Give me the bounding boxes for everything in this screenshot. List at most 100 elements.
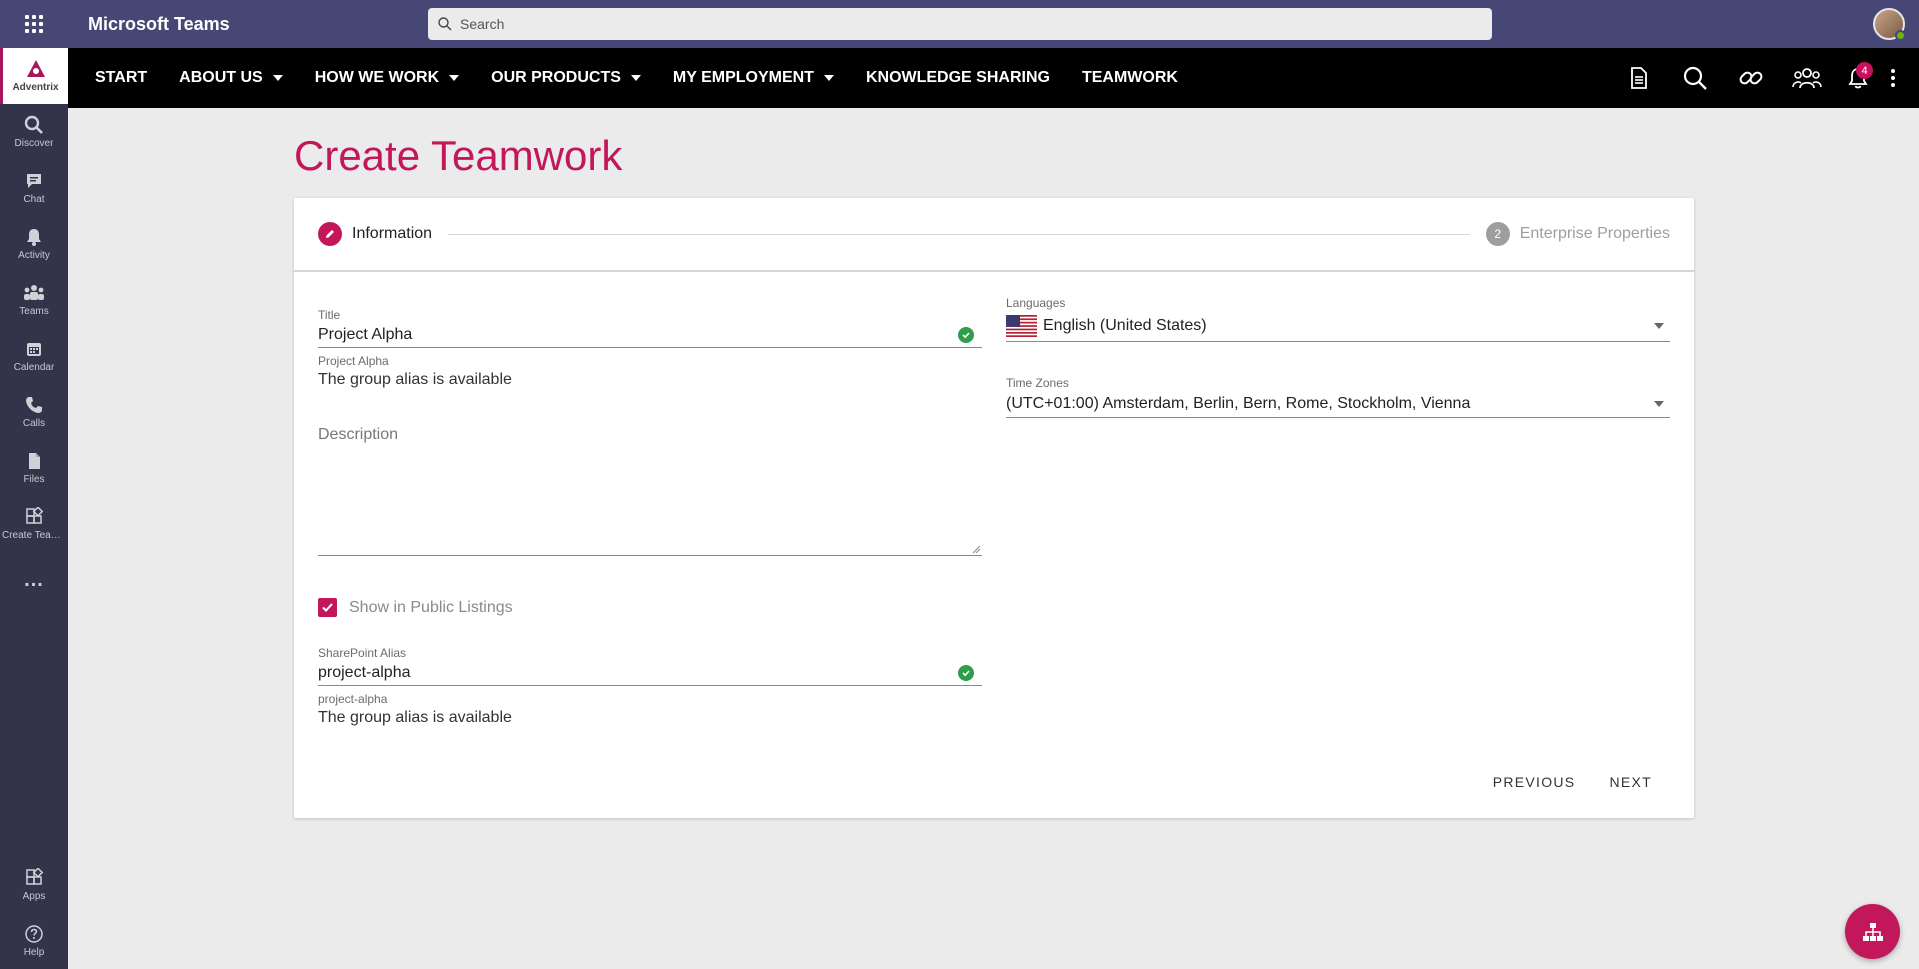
title-field: Title Project Alpha Project Alpha The gr… — [318, 308, 982, 389]
languages-select[interactable]: English (United States) — [1006, 310, 1670, 342]
public-listing-option[interactable]: Show in Public Listings — [318, 598, 513, 617]
rail-item-teams[interactable]: Teams — [0, 272, 68, 328]
rail-label: Calendar — [13, 362, 55, 373]
rail-label: Chat — [23, 194, 45, 205]
step-enterprise-properties[interactable]: 2 Enterprise Properties — [1485, 222, 1670, 246]
rail-label: Activity — [18, 250, 50, 261]
community-button[interactable] — [1779, 48, 1835, 108]
sharepoint-alias-field: SharePoint Alias project-alpha project-a… — [318, 646, 982, 727]
checkmark-icon — [322, 603, 333, 612]
nav-label: OUR PRODUCTS — [491, 69, 621, 86]
search-button[interactable] — [1667, 48, 1723, 108]
caret-down-icon — [630, 75, 641, 81]
rail-item-discover[interactable]: Discover — [0, 104, 68, 160]
step-label: Enterprise Properties — [1519, 225, 1670, 242]
sitemap-icon — [1862, 922, 1883, 941]
resize-grip-icon[interactable] — [971, 544, 981, 554]
nav-my-employment[interactable]: MY EMPLOYMENT — [673, 69, 834, 87]
nav-label: START — [95, 69, 148, 86]
search-icon — [24, 115, 43, 134]
step-number: 2 — [1485, 222, 1510, 246]
org-chart-button[interactable] — [1845, 904, 1900, 959]
previous-button[interactable]: PREVIOUS — [1485, 768, 1584, 796]
nav-our-products[interactable]: OUR PRODUCTS — [491, 69, 641, 87]
timezones-select[interactable]: (UTC+01:00) Amsterdam, Berlin, Bern, Rom… — [1006, 390, 1670, 418]
file-icon — [29, 453, 40, 469]
teams-icon — [24, 285, 44, 300]
sharepoint-alias-input[interactable]: project-alpha — [318, 660, 982, 686]
rail-more-button[interactable]: ... — [0, 552, 68, 608]
document-button[interactable] — [1611, 48, 1667, 108]
title-input[interactable]: Project Alpha — [318, 322, 982, 348]
rail-label: Create Teamwork — [2, 530, 66, 541]
rail-item-files[interactable]: Files — [0, 440, 68, 496]
presence-available-icon — [1895, 30, 1906, 41]
more-vertical-icon[interactable] — [1881, 48, 1905, 108]
edit-pencil-icon — [318, 222, 342, 246]
teams-title-bar: Microsoft Teams — [0, 0, 1919, 48]
rail-item-chat[interactable]: Chat — [0, 160, 68, 216]
nav-label: TEAMWORK — [1081, 69, 1178, 86]
rail-item-calls[interactable]: Calls — [0, 384, 68, 440]
sharepoint-alias-hint: project-alpha The group alias is availab… — [318, 692, 982, 727]
adventrix-logo-icon — [26, 60, 45, 77]
search-input[interactable] — [460, 16, 1462, 32]
public-listing-checkbox[interactable] — [318, 598, 337, 617]
rail-item-help[interactable]: Help — [0, 913, 68, 969]
caret-down-icon — [272, 75, 283, 81]
nav-start[interactable]: START — [95, 69, 147, 87]
notification-badge: 4 — [1856, 62, 1873, 79]
nav-teamwork[interactable]: TEAMWORK — [1082, 69, 1178, 87]
app-launcher-icon[interactable] — [0, 0, 68, 48]
rail-label: Discover — [14, 138, 54, 149]
search-bar[interactable] — [428, 8, 1492, 40]
description-field — [318, 422, 982, 556]
us-flag-icon — [1006, 314, 1037, 337]
rail-label: Adventrix — [12, 82, 59, 93]
nav-how-we-work[interactable]: HOW WE WORK — [315, 69, 460, 87]
description-textarea[interactable] — [318, 422, 982, 555]
sharepoint-alias-value: project-alpha — [318, 663, 411, 681]
link-button[interactable] — [1723, 48, 1779, 108]
search-icon — [1683, 66, 1707, 90]
bell-icon — [27, 229, 41, 246]
title-hint-label: Project Alpha — [318, 354, 389, 368]
phone-icon — [26, 397, 42, 413]
nav-knowledge-sharing[interactable]: KNOWLEDGE SHARING — [866, 69, 1050, 87]
page-title: Create Teamwork — [294, 132, 623, 179]
rail-item-apps[interactable]: Apps — [0, 857, 68, 913]
step-label: Information — [352, 225, 433, 242]
create-teamwork-form: Information 2 Enterprise Properties Titl… — [294, 198, 1694, 818]
form-actions: PREVIOUS NEXT — [1467, 768, 1660, 796]
title-label: Title — [318, 308, 341, 322]
rail-label: Files — [23, 474, 45, 485]
dropdown-arrow-icon — [1654, 400, 1664, 407]
search-icon — [438, 17, 452, 31]
step-information[interactable]: Information — [318, 222, 432, 246]
nav-about-us[interactable]: ABOUT US — [179, 69, 283, 87]
user-avatar[interactable] — [1873, 8, 1906, 41]
timezones-field: Time Zones (UTC+01:00) Amsterdam, Berlin… — [1006, 376, 1670, 418]
sharepoint-hint-text: The group alias is available — [318, 709, 512, 726]
public-listing-label: Show in Public Listings — [349, 598, 513, 616]
nav-label: ABOUT US — [179, 69, 263, 86]
rail-label: Calls — [22, 418, 46, 429]
apps-icon — [26, 507, 44, 524]
stepper: Information 2 Enterprise Properties — [294, 198, 1694, 272]
nav-label: KNOWLEDGE SHARING — [865, 69, 1050, 86]
rail-item-adventrix[interactable]: Adventrix — [0, 48, 68, 104]
app-title: Microsoft Teams — [88, 13, 230, 34]
caret-down-icon — [823, 75, 834, 81]
languages-field: Languages English (United States) — [1006, 296, 1670, 342]
notifications-button[interactable]: 4 — [1835, 48, 1881, 108]
rail-label: Teams — [19, 306, 49, 317]
rail-item-calendar[interactable]: Calendar — [0, 328, 68, 384]
apps-icon — [26, 868, 44, 885]
rail-item-create-teamwork[interactable]: Create Teamwork — [0, 496, 68, 552]
rail-item-activity[interactable]: Activity — [0, 216, 68, 272]
people-group-icon — [1792, 68, 1822, 89]
check-circle-icon — [958, 326, 974, 343]
stepper-connector — [448, 233, 1470, 235]
check-circle-icon — [958, 664, 974, 681]
next-button[interactable]: NEXT — [1601, 768, 1660, 796]
